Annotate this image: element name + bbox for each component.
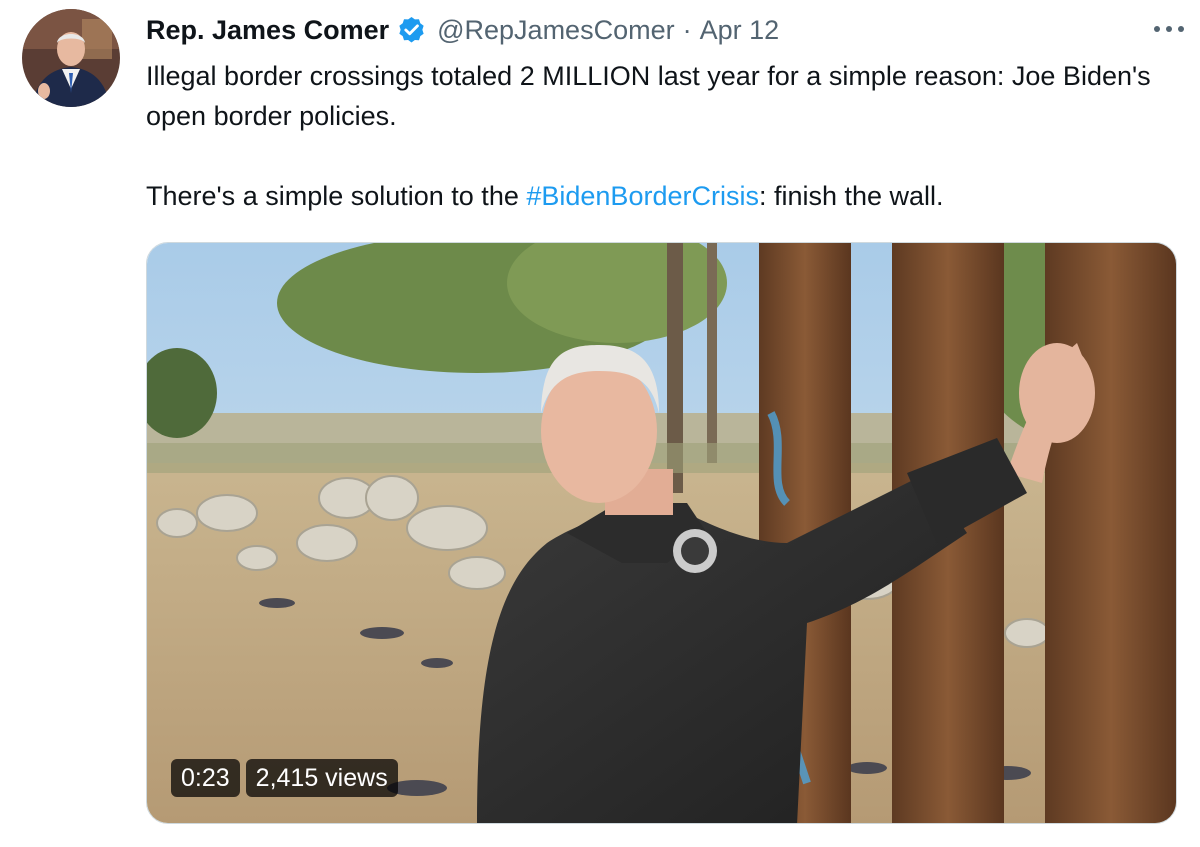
verified-badge-icon (399, 16, 424, 43)
more-horizontal-icon[interactable] (1152, 14, 1186, 44)
tweet-date[interactable]: Apr 12 (700, 15, 780, 46)
tweet-text-before-hashtag: There's a simple solution to the (146, 181, 527, 211)
video-duration-badge: 0:23 (171, 759, 240, 797)
tweet-text: Illegal border crossings totaled 2 MILLI… (146, 56, 1176, 216)
tweet-paragraph-1: Illegal border crossings totaled 2 MILLI… (146, 61, 1151, 131)
separator-dot: · (682, 14, 692, 45)
dot (1166, 26, 1172, 32)
avatar[interactable] (22, 9, 120, 107)
dot (1178, 26, 1184, 32)
tweet-header: Rep. James Comer @RepJamesComer · Apr 12 (146, 10, 779, 50)
tweet-paragraph-2: There's a simple solution to the #BidenB… (146, 176, 1176, 216)
video-frame (147, 243, 1176, 823)
tweet-text-after-hashtag: : finish the wall. (758, 181, 944, 211)
dot (1154, 26, 1160, 32)
author-name[interactable]: Rep. James Comer (146, 15, 389, 46)
hashtag-link[interactable]: #BidenBorderCrisis (526, 181, 759, 211)
author-handle[interactable]: @RepJamesComer (437, 15, 674, 46)
video-badges: 0:23 2,415 views (171, 759, 398, 797)
avatar-image (22, 9, 120, 107)
video-player[interactable]: 0:23 2,415 views (146, 242, 1177, 824)
video-views-badge: 2,415 views (245, 759, 398, 797)
